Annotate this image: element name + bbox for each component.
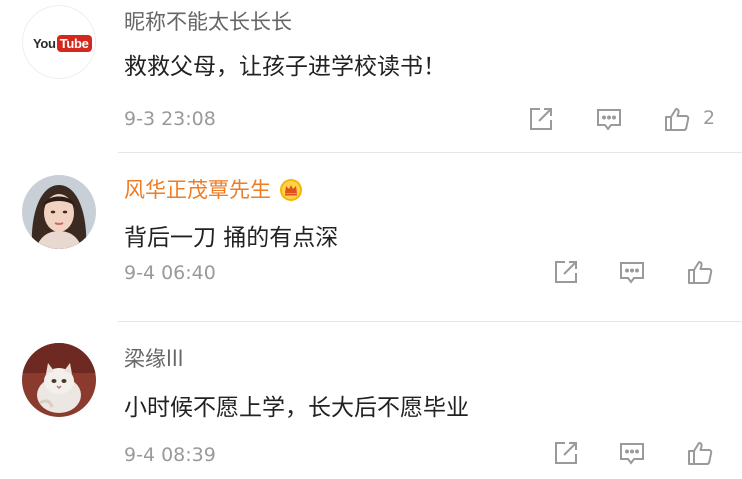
- timestamp: 9-4 08:39: [124, 444, 216, 466]
- youtube-logo-you: You: [33, 35, 56, 51]
- comment-button[interactable]: [617, 438, 647, 468]
- thumbs-up-icon: [688, 261, 713, 284]
- share-icon: [555, 442, 577, 464]
- like-button[interactable]: [662, 104, 692, 134]
- thumbs-up-icon: [688, 442, 713, 465]
- youtube-logo: You Tube: [33, 34, 92, 52]
- comment-icon: [620, 443, 644, 465]
- comment-button[interactable]: [617, 257, 647, 287]
- comment-text: 小时候不愿上学，长大后不愿毕业: [124, 395, 469, 421]
- timestamp: 9-3 23:08: [124, 108, 216, 130]
- thumbs-up-icon: [665, 108, 690, 131]
- comment-text: 背后一刀 捅的有点深: [124, 225, 339, 251]
- comment-icon: [597, 109, 621, 131]
- comment-item: 风华正茂覃先生 背后一刀 捅的有点深 9-4 06:40: [0, 153, 742, 322]
- share-icon: [530, 108, 552, 130]
- like-button[interactable]: [685, 257, 715, 287]
- comment-item: 梁缘lll 小时候不愿上学，长大后不愿毕业 9-4 08:39: [0, 322, 742, 479]
- vip-crown-icon: [279, 178, 303, 202]
- username[interactable]: 风华正茂覃先生: [124, 177, 303, 203]
- avatar-photo-cat: [22, 343, 96, 417]
- like-button[interactable]: [685, 438, 715, 468]
- username-text: 昵称不能太长长长: [124, 10, 292, 34]
- avatar[interactable]: You Tube: [22, 5, 96, 79]
- username[interactable]: 昵称不能太长长长: [124, 9, 292, 35]
- username[interactable]: 梁缘lll: [124, 346, 184, 372]
- comment-item: You Tube 昵称不能太长长长 救救父母，让孩子进学校读书！ 9-3 23:…: [0, 0, 742, 153]
- username-text: 风华正茂覃先生: [124, 178, 271, 202]
- like-count: 2: [703, 107, 716, 129]
- share-icon: [555, 261, 577, 283]
- comment-icon: [620, 262, 644, 284]
- avatar[interactable]: [22, 343, 96, 417]
- timestamp: 9-4 06:40: [124, 262, 216, 284]
- youtube-logo-tube: Tube: [56, 34, 92, 52]
- share-button[interactable]: [551, 438, 581, 468]
- share-button[interactable]: [551, 257, 581, 287]
- avatar-photo-woman: [22, 175, 96, 249]
- comment-text: 救救父母，让孩子进学校读书！: [124, 54, 446, 80]
- share-button[interactable]: [526, 104, 556, 134]
- username-text: 梁缘lll: [124, 347, 184, 371]
- avatar[interactable]: [22, 175, 96, 249]
- comment-button[interactable]: [594, 104, 624, 134]
